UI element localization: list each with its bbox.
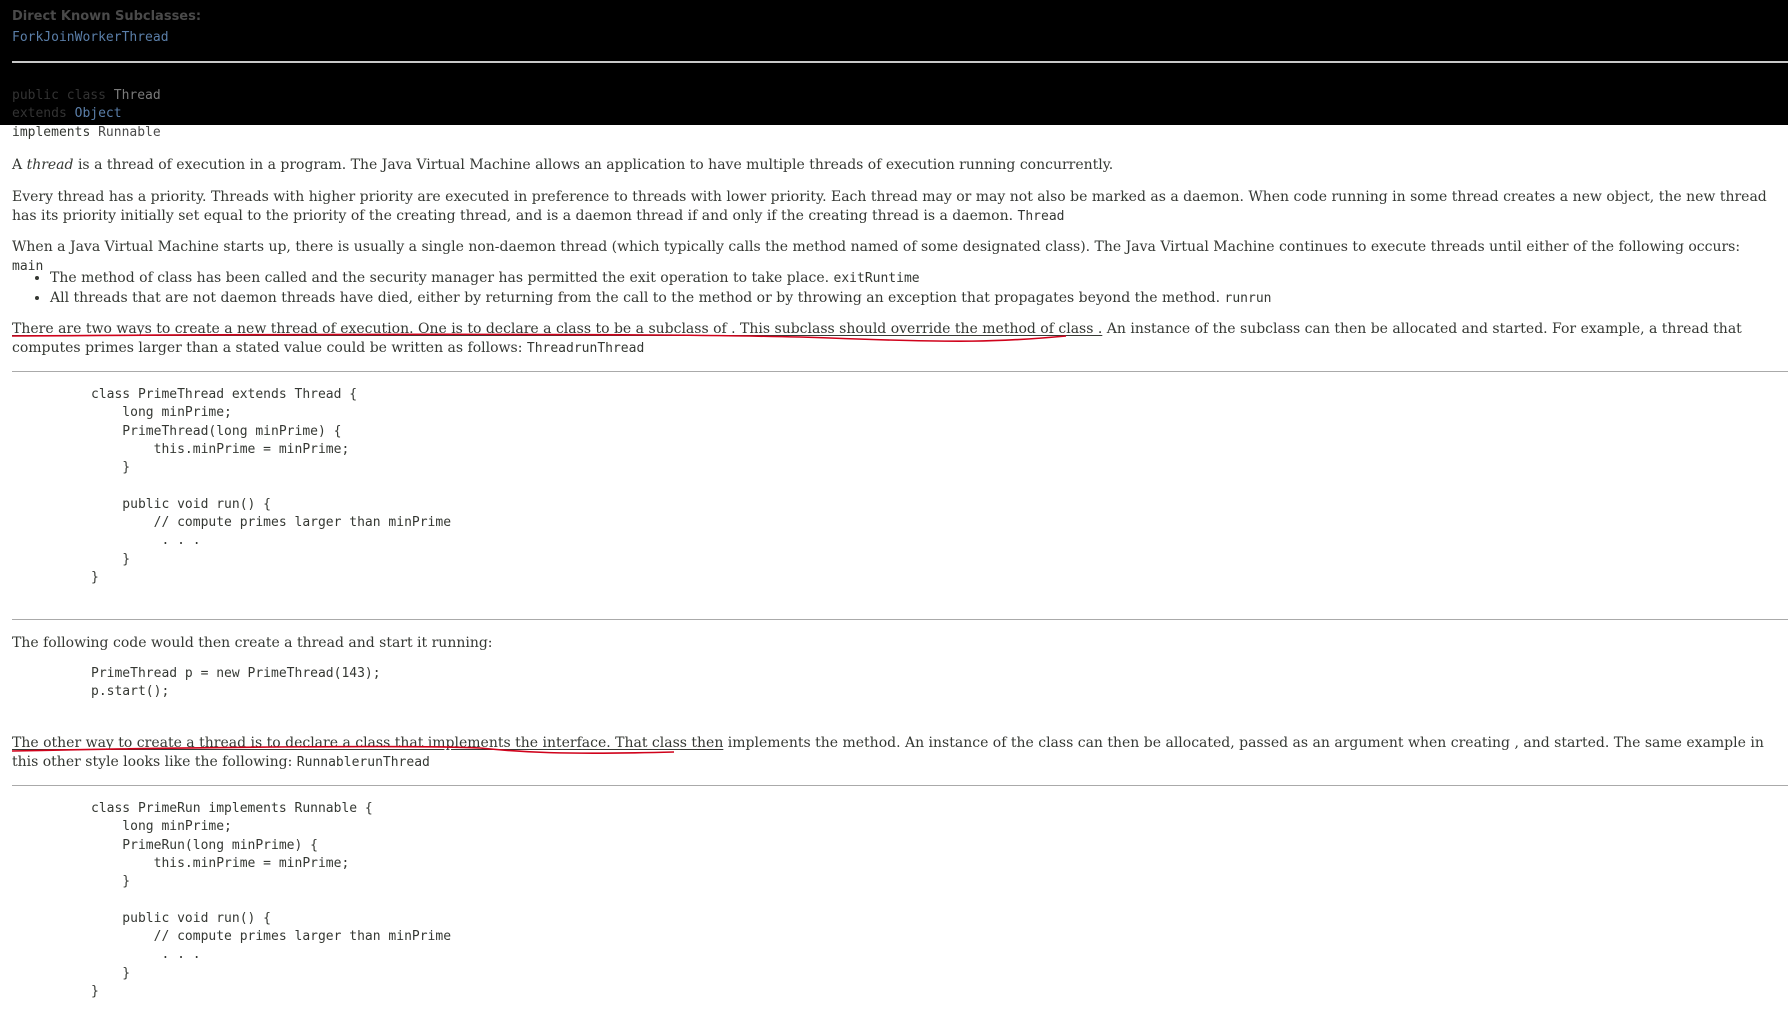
bullet2-code: runrun — [1224, 290, 1272, 306]
declaration-line-implements: implements Runnable — [12, 124, 161, 142]
p2-code: Thread — [1017, 208, 1065, 224]
list-item: All threads that are not daemon threads … — [50, 289, 1788, 309]
declaration-line-extends: extends Object — [12, 105, 122, 123]
code-block-start-thread: PrimeThread p = new PrimeThread(143); p.… — [91, 666, 381, 700]
bullet2-text: All threads that are not daemon threads … — [50, 289, 1225, 306]
exit-conditions-list: The method of class has been called and … — [32, 269, 1788, 308]
code-block-primerun: class PrimeRun implements Runnable { lon… — [91, 801, 452, 999]
p1-post: is a thread of execution in a program. T… — [73, 157, 1114, 173]
p1-pre: A — [12, 157, 27, 173]
paragraph-following-code: The following code would then create a t… — [12, 635, 493, 651]
paragraph-priority: Every thread has a priority. Threads wit… — [12, 188, 1772, 226]
object-link[interactable]: Object — [75, 106, 122, 121]
p3-text: When a Java Virtual Machine starts up, t… — [12, 239, 1741, 255]
code-divider-bottom — [12, 619, 1788, 620]
p6-code: RunnablerunThread — [296, 754, 430, 770]
p4-code: ThreadrunThread — [526, 340, 645, 356]
p2-text: Every thread has a priority. Threads wit… — [12, 189, 1767, 224]
p1-em: thread — [26, 157, 74, 173]
declaration-line-class: public class Thread — [12, 87, 161, 105]
bullet1-code: exitRuntime — [833, 271, 920, 286]
p6-underlined: The other way to create a thread is to d… — [12, 735, 724, 751]
paragraph-thread-intro: A thread is a thread of execution in a p… — [12, 156, 1772, 175]
code-divider-top — [12, 371, 1788, 372]
paragraph-two-ways: There are two ways to create a new threa… — [12, 320, 1772, 358]
header-divider — [12, 61, 1788, 63]
decl-extends: extends — [12, 106, 75, 121]
code-divider-top-2 — [12, 785, 1788, 786]
decl-implements: implements — [12, 125, 99, 140]
bullet1-text: The method of class has been called and … — [50, 270, 834, 286]
p4-underlined: There are two ways to create a new threa… — [12, 321, 1103, 337]
list-item: The method of class has been called and … — [50, 269, 1788, 289]
subclasses-label: Direct Known Subclasses: — [12, 9, 202, 24]
paragraph-other-way: The other way to create a thread is to d… — [12, 734, 1772, 772]
decl-public-class: public class — [12, 88, 114, 103]
subclass-link-forkjoinworkerthread[interactable]: ForkJoinWorkerThread — [12, 30, 169, 45]
decl-class-name: Thread — [113, 88, 161, 103]
code-block-primethread: class PrimeThread extends Thread { long … — [91, 387, 452, 585]
runnable-link[interactable]: Runnable — [98, 125, 161, 140]
